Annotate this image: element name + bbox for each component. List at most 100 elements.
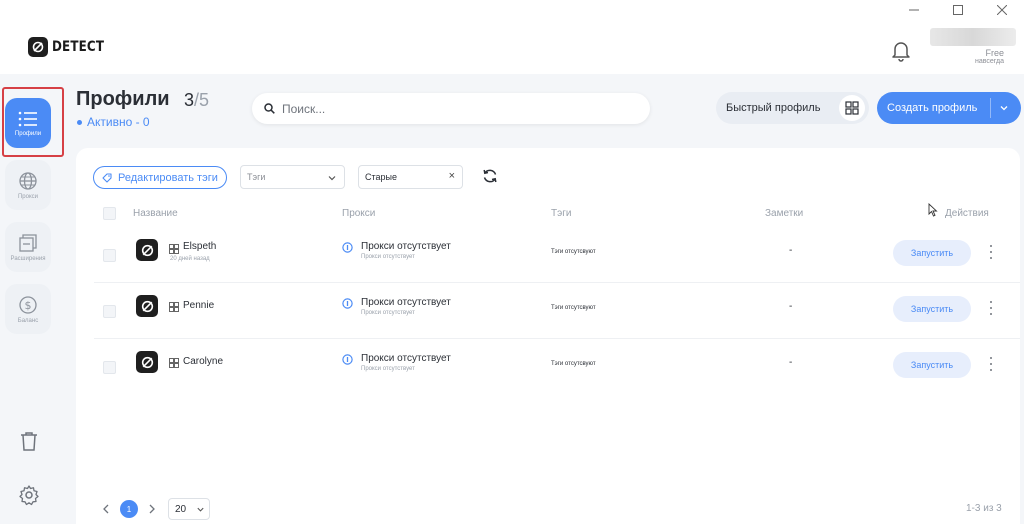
sort-value: Старые <box>365 172 398 182</box>
search-input[interactable] <box>282 101 622 116</box>
svg-text:$: $ <box>25 299 32 312</box>
active-status: Активно - 0 <box>77 115 150 129</box>
more-options-icon[interactable] <box>988 301 994 315</box>
sidebar-item-label: Расширения <box>10 255 46 262</box>
notifications-button[interactable] <box>889 38 913 62</box>
prev-page-button[interactable] <box>98 501 114 517</box>
info-icon <box>342 354 353 365</box>
row-checkbox[interactable] <box>103 305 116 318</box>
gear-icon <box>19 485 39 506</box>
globe-icon <box>19 171 37 190</box>
column-header-name[interactable]: Название <box>133 208 178 219</box>
detect-logo-icon <box>141 244 153 256</box>
create-profile-label: Создать профиль <box>887 102 978 114</box>
profile-avatar <box>136 351 158 373</box>
bell-icon <box>892 42 910 62</box>
maximize-button[interactable] <box>936 0 980 20</box>
launch-button[interactable]: Запустить <box>893 352 971 378</box>
profile-date: 20 дней назад <box>170 256 210 262</box>
next-page-button[interactable] <box>144 501 160 517</box>
minimize-button[interactable] <box>892 0 936 20</box>
chevron-left-icon <box>103 504 109 514</box>
more-options-icon[interactable] <box>988 357 994 371</box>
dollar-icon: $ <box>19 295 37 314</box>
profiles-card: Редактировать тэги Тэги Старые × Названи… <box>76 148 1020 524</box>
close-button[interactable] <box>980 0 1024 20</box>
profile-name[interactable]: Elspeth <box>183 241 216 252</box>
page-size-value: 20 <box>175 503 187 515</box>
chevron-down-icon[interactable] <box>999 103 1009 113</box>
search-bar[interactable] <box>252 93 650 124</box>
sidebar-item-label: Прокси <box>17 193 39 200</box>
edit-tags-button[interactable]: Редактировать тэги <box>93 166 227 189</box>
minimize-icon <box>909 9 919 11</box>
account-info[interactable]: Free навсегда <box>930 28 1016 65</box>
trash-button[interactable] <box>18 430 40 452</box>
active-status-text: Активно - 0 <box>87 115 150 129</box>
windows-os-icon <box>169 302 179 312</box>
column-header-tags[interactable]: Тэги <box>551 208 571 219</box>
launch-button[interactable]: Запустить <box>893 296 971 322</box>
account-name-blurred <box>930 28 1016 46</box>
page-title: Профили <box>76 88 170 110</box>
profile-tags: Тэги отсутсвуют <box>551 361 596 367</box>
profile-avatar <box>136 239 158 261</box>
select-all-checkbox[interactable] <box>103 207 116 220</box>
profile-count: 3/5 <box>184 90 209 111</box>
quick-profile-label: Быстрый профиль <box>726 102 821 114</box>
proxy-status-sub: Прокси отсутствует <box>361 366 415 372</box>
detect-logo-icon <box>141 356 153 368</box>
windows-grid-icon <box>845 101 859 115</box>
refresh-button[interactable] <box>482 168 498 184</box>
proxy-status-sub: Прокси отсутствует <box>361 254 415 260</box>
top-bar: DETECT Free навсегда <box>0 0 1024 74</box>
settings-button[interactable] <box>18 484 40 506</box>
sort-select[interactable]: Старые × <box>358 165 463 189</box>
app-window: DETECT Free навсегда Профили Прокси Расш… <box>0 0 1024 524</box>
quick-profile-button[interactable]: Быстрый профиль <box>716 92 869 124</box>
profile-notes[interactable]: - <box>789 301 792 312</box>
tags-filter-select[interactable]: Тэги <box>240 165 345 189</box>
page-size-select[interactable]: 20 <box>168 498 210 520</box>
edit-tags-label: Редактировать тэги <box>118 171 218 184</box>
profile-notes[interactable]: - <box>789 357 792 368</box>
sidebar-item-extensions[interactable]: Расширения <box>5 222 51 272</box>
current-page[interactable]: 1 <box>120 500 138 518</box>
proxy-status: Прокси отсутствует <box>361 297 451 308</box>
table-row[interactable]: Carolyne Прокси отсутствует Прокси отсут… <box>94 339 1020 395</box>
sidebar-item-proxies[interactable]: Прокси <box>5 160 51 210</box>
trash-icon <box>21 432 37 451</box>
proxy-status-sub: Прокси отсутствует <box>361 310 415 316</box>
sidebar-item-balance[interactable]: $ Баланс <box>5 284 51 334</box>
account-plan: Free <box>985 48 1004 58</box>
quick-profile-grid-button[interactable] <box>839 95 865 121</box>
table-row[interactable]: Pennie Прокси отсутствует Прокси отсутст… <box>94 283 1020 339</box>
column-header-proxy[interactable]: Прокси <box>342 208 375 219</box>
info-icon <box>342 298 353 309</box>
create-profile-button[interactable]: Создать профиль <box>877 92 1021 124</box>
profile-notes[interactable]: - <box>789 245 792 256</box>
profile-name[interactable]: Pennie <box>183 300 214 311</box>
profile-name[interactable]: Carolyne <box>183 356 223 367</box>
profile-count-total: /5 <box>194 90 210 110</box>
sidebar-item-label: Баланс <box>17 317 39 324</box>
more-options-icon[interactable] <box>988 245 994 259</box>
row-checkbox[interactable] <box>103 249 116 262</box>
brand-name: DETECT <box>52 39 105 55</box>
row-checkbox[interactable] <box>103 361 116 374</box>
profile-tags: Тэги отсутсвуют <box>551 305 596 311</box>
chevron-right-icon <box>149 504 155 514</box>
profile-count-current: 3 <box>184 90 195 110</box>
logo-icon <box>28 37 48 57</box>
selection-highlight <box>2 87 64 157</box>
clear-sort-icon[interactable]: × <box>449 170 455 182</box>
launch-button[interactable]: Запустить <box>893 240 971 266</box>
chevron-down-icon <box>197 507 204 512</box>
table-row[interactable]: Elspeth 20 дней назад Прокси отсутствует… <box>94 227 1020 283</box>
column-header-notes[interactable]: Заметки <box>765 208 803 219</box>
proxy-status: Прокси отсутствует <box>361 353 451 364</box>
search-icon <box>264 103 275 114</box>
tags-filter-placeholder: Тэги <box>247 172 266 182</box>
account-period: навсегда <box>974 58 1004 65</box>
status-dot-icon <box>77 119 82 125</box>
